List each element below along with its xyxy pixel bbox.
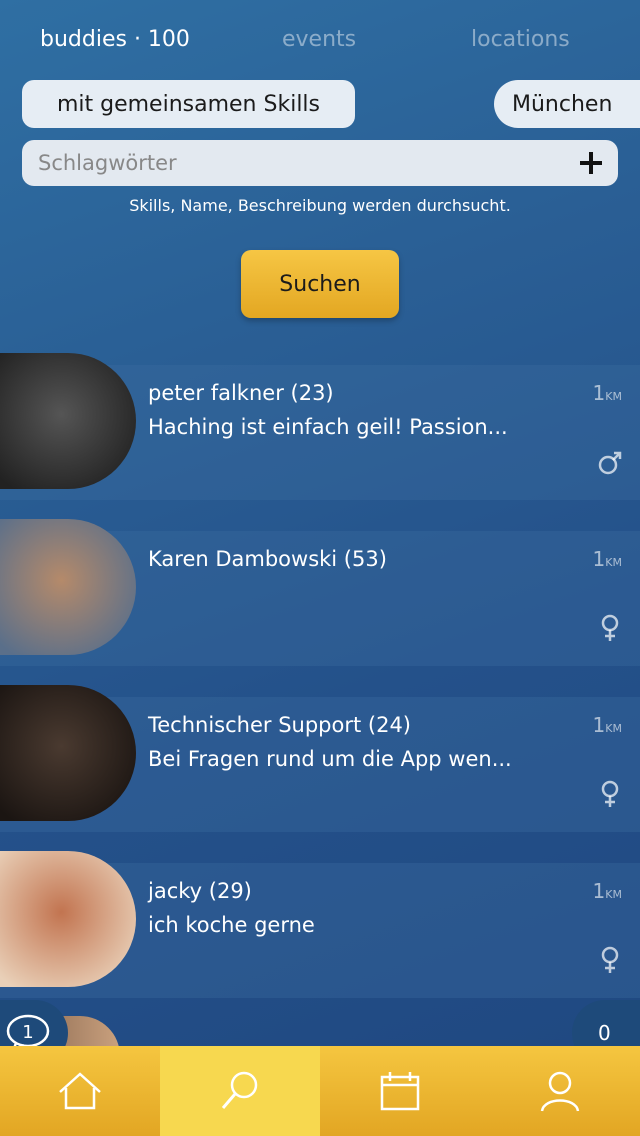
list-item[interactable]: peter falkner (23) Haching ist einfach g… [0,353,640,500]
distance-unit: KM [605,888,622,901]
distance-value: 1 [592,381,606,405]
search-bar [22,140,618,186]
distance: 1KM [593,713,622,737]
plus-icon[interactable] [576,148,606,178]
person-name: peter falkner (23) [148,381,334,405]
distance-value: 1 [592,713,606,737]
top-tabs: buddies · 100 events locations [0,22,640,62]
nav-home[interactable] [0,1046,160,1136]
list-item[interactable]: Technischer Support (24) Bei Fragen rund… [0,685,640,832]
chat-count: 1 [22,1022,33,1043]
search-input[interactable] [22,140,562,186]
calendar-icon [380,1072,420,1111]
distance: 1KM [593,879,622,903]
avatar[interactable] [0,519,136,655]
distance: 1KM [593,381,622,405]
person-description: Bei Fragen rund um die App wen... [148,747,512,771]
distance-value: 1 [592,879,606,903]
avatar[interactable] [0,353,136,489]
nav-search[interactable] [160,1046,320,1136]
search-hint: Skills, Name, Beschreibung werden durchs… [129,196,511,215]
list-item[interactable]: jacky (29) ich koche gerne 1KM [0,851,640,998]
city-filter-button[interactable]: München [494,80,640,128]
distance-value: 1 [592,547,606,571]
female-icon [601,946,619,973]
female-icon [601,780,619,807]
search-icon [221,1071,258,1109]
distance-unit: KM [605,556,622,569]
nav-calendar[interactable] [320,1046,480,1136]
distance-unit: KM [605,390,622,403]
avatar[interactable] [0,851,136,987]
tab-buddies[interactable]: buddies · 100 [40,22,190,58]
person-name: Karen Dambowski (53) [148,547,387,571]
person-description: ich koche gerne [148,913,315,937]
female-icon [601,614,619,641]
distance: 1KM [593,547,622,571]
person-description: Haching ist einfach geil! Passion... [148,415,508,439]
profile-icon [540,1071,580,1112]
distance-unit: KM [605,722,622,735]
avatar[interactable] [0,685,136,821]
notifications-count: 0 [598,1021,611,1045]
home-icon [59,1072,101,1110]
list-item[interactable]: Karen Dambowski (53) 1KM [0,519,640,666]
person-name: Technischer Support (24) [148,713,412,737]
nav-profile[interactable] [480,1046,640,1136]
skills-filter-button[interactable]: mit gemeinsamen Skills [22,80,355,128]
bottom-nav [0,1046,640,1136]
search-button[interactable]: Suchen [241,250,399,318]
tab-events[interactable]: events [282,22,356,58]
tab-locations[interactable]: locations [471,22,570,58]
male-icon [598,451,622,475]
person-name: jacky (29) [148,879,252,903]
